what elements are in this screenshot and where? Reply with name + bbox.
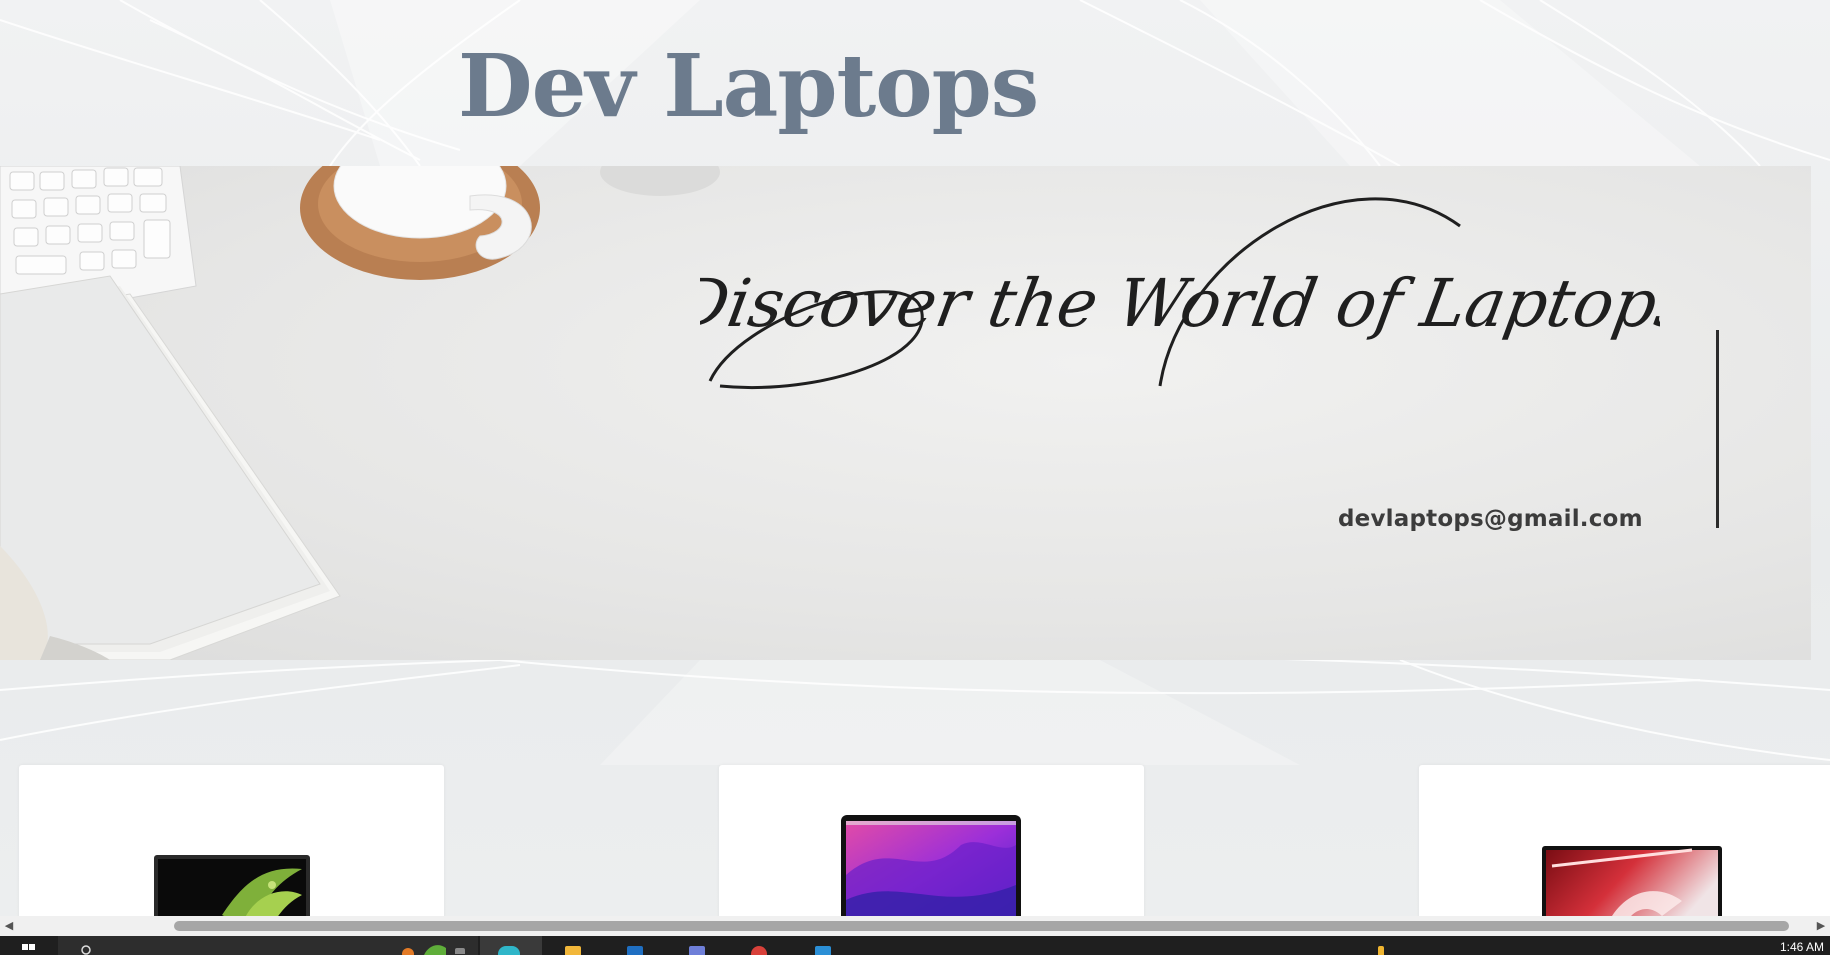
banner-heading-script: Discover the World of Laptops xyxy=(700,264,1660,341)
asus-rog-laptop-image xyxy=(1542,846,1722,916)
windows-start-icon[interactable] xyxy=(18,936,40,955)
product-card[interactable] xyxy=(19,765,444,916)
os-taskbar: 1:46 AM xyxy=(0,936,1830,955)
product-grid xyxy=(0,765,1830,916)
app-icon[interactable] xyxy=(680,936,714,955)
acer-laptop-image xyxy=(154,855,310,916)
scrollbar-thumb[interactable] xyxy=(174,921,1789,931)
macbook-laptop-image xyxy=(841,815,1021,916)
system-tray-icon[interactable] xyxy=(1364,936,1398,955)
taskbar-search-box[interactable] xyxy=(58,936,478,955)
contact-email[interactable]: devlaptops@gmail.com xyxy=(1338,506,1643,532)
product-card[interactable] xyxy=(719,765,1144,916)
banner-divider xyxy=(1716,330,1719,528)
chrome-icon[interactable] xyxy=(742,936,776,955)
notebook-image xyxy=(0,275,341,660)
file-explorer-icon[interactable] xyxy=(556,936,590,955)
taskbar-clock[interactable]: 1:46 AM xyxy=(1780,936,1830,955)
svg-text:Discover the World of Laptops: Discover the World of Laptops xyxy=(700,264,1660,341)
scroll-left-arrow-icon[interactable]: ◀ xyxy=(2,919,16,933)
mail-icon[interactable] xyxy=(618,936,652,955)
vscode-icon[interactable] xyxy=(806,936,840,955)
horizontal-scrollbar[interactable]: ◀ ▶ xyxy=(0,916,1830,936)
product-card[interactable] xyxy=(1419,765,1830,916)
site-title: Dev Laptops xyxy=(458,36,1039,137)
scroll-right-arrow-icon[interactable]: ▶ xyxy=(1814,919,1828,933)
coffee-mug-image xyxy=(300,166,720,280)
edge-browser-icon[interactable] xyxy=(480,936,542,955)
taskbar-app-icon[interactable] xyxy=(446,936,480,955)
hero-banner: Discover the World of Laptops Discover t… xyxy=(0,166,1811,660)
page-viewport: Dev Laptops Discover the World of Laptop… xyxy=(0,0,1830,916)
